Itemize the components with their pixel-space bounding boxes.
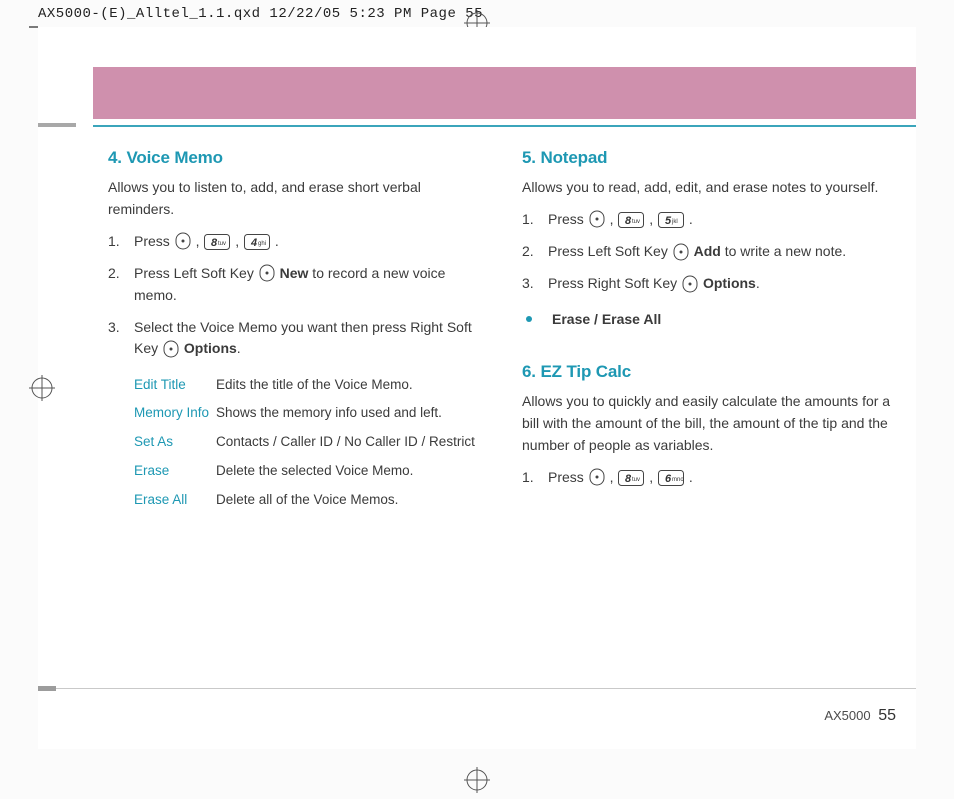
section-intro: Allows you to listen to, add, and erase …	[108, 177, 482, 220]
option-desc: Shows the memory info used and left.	[216, 403, 482, 424]
svg-text:8: 8	[625, 215, 632, 227]
page-area: 4. Voice Memo Allows you to listen to, a…	[38, 27, 916, 749]
key-8-icon: 8tuv	[618, 467, 644, 489]
option-row: EraseDelete the selected Voice Memo.	[134, 461, 482, 482]
step-body: Press Right Soft Key Options.	[548, 273, 896, 295]
svg-text:tuv: tuv	[632, 219, 640, 225]
list-item: 1. Press , 8tuv , 4ghi .	[108, 231, 482, 253]
header-band	[93, 67, 916, 119]
option-row: Memory InfoShows the memory info used an…	[134, 403, 482, 424]
option-term: Edit Title	[134, 375, 216, 396]
step-number: 1.	[522, 467, 548, 489]
list-item: 2. Press Left Soft Key Add to write a ne…	[522, 241, 896, 263]
steps-list: 1. Press , 8tuv , 6mno .	[522, 467, 896, 489]
option-term: Erase All	[134, 490, 216, 511]
step-number: 1.	[108, 231, 134, 253]
key-6-icon: 6mno	[658, 467, 684, 489]
column-left: 4. Voice Memo Allows you to listen to, a…	[108, 145, 482, 669]
option-row: Edit TitleEdits the title of the Voice M…	[134, 375, 482, 396]
svg-text:5: 5	[665, 215, 672, 227]
registration-mark-left-icon	[29, 375, 55, 401]
steps-list: 1. Press , 8tuv , 4ghi . 2. Press Left S…	[108, 231, 482, 361]
key-8-icon: 8tuv	[618, 209, 644, 231]
option-row: Set AsContacts / Caller ID / No Caller I…	[134, 432, 482, 453]
bullet-text: Erase / Erase All	[552, 309, 661, 331]
step-body: Press , 8tuv , 4ghi .	[134, 231, 482, 253]
registration-mark-bottom-icon	[464, 767, 490, 793]
step-number: 3.	[108, 317, 134, 361]
soft-key-icon	[175, 231, 191, 253]
content-area: 4. Voice Memo Allows you to listen to, a…	[108, 145, 896, 669]
option-desc: Contacts / Caller ID / No Caller ID / Re…	[216, 432, 482, 453]
svg-text:4: 4	[250, 237, 257, 249]
key-4-icon: 4ghi	[244, 231, 270, 253]
footer-page-number: 55	[878, 707, 896, 724]
step-body: Press Left Soft Key New to record a new …	[134, 263, 482, 307]
bleed-mark-bottom-icon	[38, 686, 56, 691]
step-body: Press , 8tuv , 6mno .	[548, 467, 896, 489]
option-term: Set As	[134, 432, 216, 453]
list-item: 3. Press Right Soft Key Options.	[522, 273, 896, 295]
svg-text:jkl: jkl	[671, 219, 678, 225]
column-right: 5. Notepad Allows you to read, add, edit…	[522, 145, 896, 669]
list-item: 1. Press , 8tuv , 6mno .	[522, 467, 896, 489]
key-8-icon: 8tuv	[204, 231, 230, 253]
list-item: 1. Press , 8tuv , 5jkl .	[522, 209, 896, 231]
footer-rule	[38, 688, 916, 689]
option-desc: Edits the title of the Voice Memo.	[216, 375, 482, 396]
section-intro: Allows you to read, add, edit, and erase…	[522, 177, 896, 199]
svg-text:ghi: ghi	[258, 241, 266, 247]
svg-text:8: 8	[211, 237, 218, 249]
section-heading-notepad: 5. Notepad	[522, 145, 896, 171]
section-heading-voice-memo: 4. Voice Memo	[108, 145, 482, 171]
crop-mark-icon	[29, 26, 38, 28]
step-body: Press Left Soft Key Add to write a new n…	[548, 241, 896, 263]
step-number: 2.	[108, 263, 134, 307]
list-item: 3. Select the Voice Memo you want then p…	[108, 317, 482, 361]
bullet-dot-icon	[526, 316, 532, 322]
key-5-icon: 5jkl	[658, 209, 684, 231]
svg-text:tuv: tuv	[632, 477, 640, 483]
bleed-mark-left-icon	[38, 123, 76, 127]
section-heading-ez-tip: 6. EZ Tip Calc	[522, 359, 896, 385]
step-number: 3.	[522, 273, 548, 295]
step-number: 2.	[522, 241, 548, 263]
bullet-item: Erase / Erase All	[522, 309, 896, 331]
header-rule	[93, 125, 916, 127]
list-item: 2. Press Left Soft Key New to record a n…	[108, 263, 482, 307]
step-body: Select the Voice Memo you want then pres…	[134, 317, 482, 361]
steps-list: 1. Press , 8tuv , 5jkl . 2. Press Left S…	[522, 209, 896, 295]
soft-key-icon	[673, 242, 689, 264]
option-row: Erase AllDelete all of the Voice Memos.	[134, 490, 482, 511]
svg-text:tuv: tuv	[218, 241, 226, 247]
soft-key-icon	[259, 263, 275, 285]
step-number: 1.	[522, 209, 548, 231]
soft-key-icon	[589, 209, 605, 231]
soft-key-icon	[682, 274, 698, 296]
soft-key-icon	[589, 467, 605, 489]
svg-text:8: 8	[625, 473, 632, 485]
footer-model: AX5000	[824, 708, 870, 723]
soft-key-icon	[163, 339, 179, 361]
step-body: Press , 8tuv , 5jkl .	[548, 209, 896, 231]
svg-text:6: 6	[665, 473, 672, 485]
svg-text:mno: mno	[672, 477, 684, 483]
option-desc: Delete all of the Voice Memos.	[216, 490, 482, 511]
option-term: Memory Info	[134, 403, 216, 424]
option-term: Erase	[134, 461, 216, 482]
option-desc: Delete the selected Voice Memo.	[216, 461, 482, 482]
options-table: Edit TitleEdits the title of the Voice M…	[134, 375, 482, 512]
section-intro: Allows you to quickly and easily calcula…	[522, 391, 896, 456]
page-footer: AX5000 55	[824, 707, 896, 725]
